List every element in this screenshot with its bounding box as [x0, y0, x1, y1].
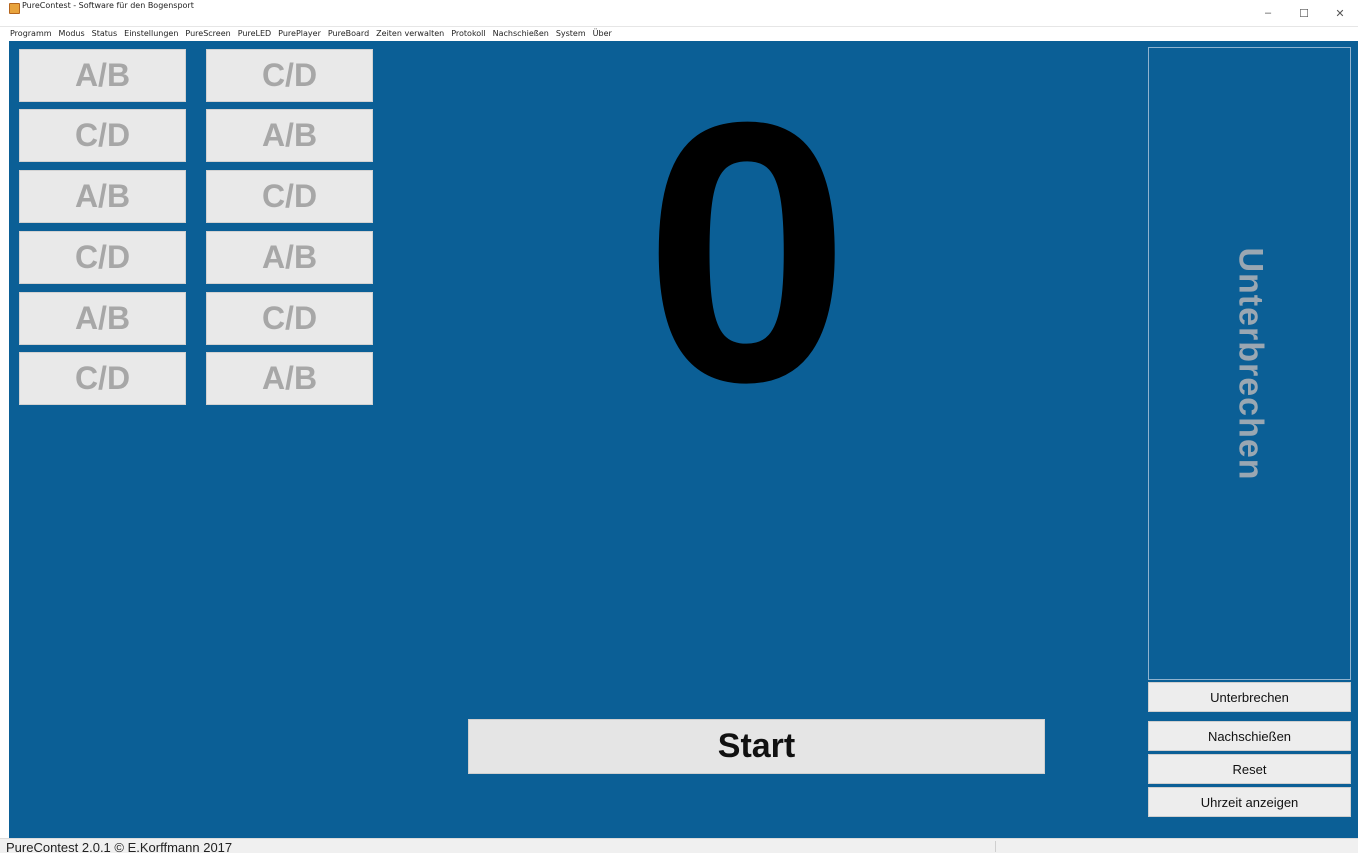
target-icon — [9, 3, 20, 14]
menu-programm[interactable]: Programm — [10, 29, 52, 38]
menu-einstellungen[interactable]: Einstellungen — [124, 29, 178, 38]
maximize-button[interactable]: ☐ — [1286, 0, 1322, 26]
menu-modus[interactable]: Modus — [59, 29, 85, 38]
menu-zeiten-verwalten[interactable]: Zeiten verwalten — [376, 29, 444, 38]
menu-protokoll[interactable]: Protokoll — [451, 29, 485, 38]
menu-nachschiessen[interactable]: Nachschießen — [493, 29, 549, 38]
status-bar: PureContest 2.0.1 © E.Korffmann 2017 — [0, 838, 1358, 855]
reset-button[interactable]: Reset — [1148, 754, 1351, 784]
group-button-right-3[interactable]: C/D — [206, 170, 373, 223]
start-button[interactable]: Start — [468, 719, 1045, 774]
window-title: PureContest - Software für den Bogenspor… — [22, 1, 194, 10]
menu-pureled[interactable]: PureLED — [238, 29, 271, 38]
group-button-right-1[interactable]: C/D — [206, 49, 373, 102]
menu-purescreen[interactable]: PureScreen — [185, 29, 230, 38]
menu-status[interactable]: Status — [92, 29, 118, 38]
group-button-right-4[interactable]: A/B — [206, 231, 373, 284]
menu-bar: Programm Modus Status Einstellungen Pure… — [0, 27, 1358, 40]
status-text: PureContest 2.0.1 © E.Korffmann 2017 — [6, 840, 233, 855]
group-button-left-5[interactable]: A/B — [19, 292, 186, 345]
menu-system[interactable]: System — [556, 29, 586, 38]
group-button-right-2[interactable]: A/B — [206, 109, 373, 162]
close-button[interactable]: ✕ — [1322, 0, 1358, 26]
group-button-right-5[interactable]: C/D — [206, 292, 373, 345]
group-button-left-6[interactable]: C/D — [19, 352, 186, 405]
menu-pureplayer[interactable]: PurePlayer — [278, 29, 321, 38]
show-time-button[interactable]: Uhrzeit anzeigen — [1148, 787, 1351, 817]
group-button-left-1[interactable]: A/B — [19, 49, 186, 102]
interrupt-button[interactable]: Unterbrechen — [1148, 682, 1351, 712]
group-button-right-6[interactable]: A/B — [206, 352, 373, 405]
group-button-left-4[interactable]: C/D — [19, 231, 186, 284]
minimize-button[interactable]: – — [1250, 0, 1286, 26]
nachschiessen-button[interactable]: Nachschießen — [1148, 721, 1351, 751]
interrupt-vertical-label: Unterbrechen — [1231, 246, 1269, 481]
interrupt-panel[interactable]: Unterbrechen — [1148, 47, 1351, 680]
main-area: A/B C/D A/B C/D A/B C/D C/D A/B C/D A/B … — [9, 41, 1358, 838]
status-divider — [995, 841, 996, 852]
group-button-left-3[interactable]: A/B — [19, 170, 186, 223]
title-bar: PureContest - Software für den Bogenspor… — [0, 0, 1358, 27]
group-button-left-2[interactable]: C/D — [19, 109, 186, 162]
window-controls: – ☐ ✕ — [1250, 0, 1358, 26]
countdown-display: 0 — [644, 46, 850, 459]
menu-pureboard[interactable]: PureBoard — [328, 29, 369, 38]
menu-ueber[interactable]: Über — [593, 29, 612, 38]
